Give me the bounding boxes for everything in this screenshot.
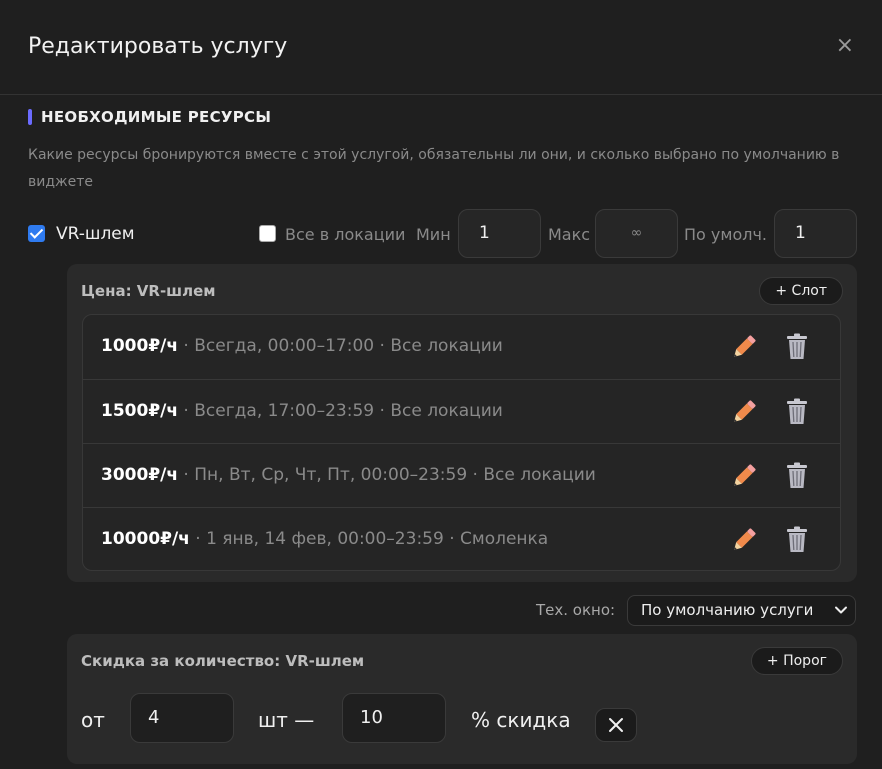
price-details: · 1 янв, 14 фев, 00:00–23:59 · Смоленка	[189, 529, 549, 549]
edit-service-dialog: Редактировать услугу × НЕОБХОДИМЫЕ РЕСУР…	[0, 0, 882, 769]
trash-icon[interactable]	[783, 525, 811, 555]
max-label: Макс	[548, 225, 591, 244]
price-value: 3000₽/ч	[101, 465, 179, 485]
close-icon[interactable]: ×	[836, 33, 854, 58]
section-heading: НЕОБХОДИМЫЕ РЕСУРСЫ	[28, 108, 271, 126]
min-input[interactable]: 1	[458, 209, 541, 258]
default-label: По умолч.	[684, 225, 767, 244]
pencil-icon[interactable]	[730, 525, 758, 555]
dialog-header: Редактировать услугу ×	[0, 0, 882, 95]
resource-name: VR-шлем	[56, 224, 135, 244]
percent-label: % скидка	[471, 708, 571, 732]
price-text: 10000₽/ч · 1 янв, 14 фев, 00:00–23:59 · …	[101, 529, 548, 549]
tech-window-value: По умолчанию услуги	[641, 601, 814, 619]
price-details: · Всегда, 17:00–23:59 · Все локации	[178, 401, 503, 421]
chevron-down-icon	[835, 606, 847, 614]
unit-label: шт —	[258, 708, 315, 732]
price-list: 1000₽/ч · Всегда, 00:00–17:00 · Все лока…	[82, 314, 841, 571]
resource-checkbox[interactable]	[28, 225, 45, 242]
discount-panel: Скидка за количество: VR-шлем + Порог от…	[67, 634, 857, 764]
price-text: 3000₽/ч · Пн, Вт, Ср, Чт, Пт, 00:00–23:5…	[101, 465, 596, 485]
remove-threshold-button[interactable]	[595, 708, 637, 742]
add-slot-button[interactable]: + Слот	[759, 277, 843, 305]
price-value: 1000₽/ч	[101, 336, 179, 356]
resource-row: VR-шлем Все в локации Мин 1 Макс ∞ По ум…	[28, 209, 858, 258]
price-row: 1000₽/ч · Всегда, 00:00–17:00 · Все лока…	[83, 315, 840, 379]
default-input[interactable]: 1	[774, 209, 857, 258]
price-value: 1500₽/ч	[101, 401, 179, 421]
price-text: 1500₽/ч · Всегда, 17:00–23:59 · Все лока…	[101, 401, 503, 421]
discount-panel-title: Скидка за количество: VR-шлем	[81, 652, 365, 670]
price-row: 1500₽/ч · Всегда, 17:00–23:59 · Все лока…	[83, 379, 840, 443]
min-label: Мин	[416, 225, 451, 244]
price-details: · Пн, Вт, Ср, Чт, Пт, 00:00–23:59 · Все …	[178, 465, 596, 485]
price-text: 1000₽/ч · Всегда, 00:00–17:00 · Все лока…	[101, 336, 503, 356]
add-threshold-button[interactable]: + Порог	[750, 647, 843, 675]
price-panel: Цена: VR-шлем + Слот 1000₽/ч · Всегда, 0…	[67, 264, 857, 582]
pencil-icon[interactable]	[730, 461, 758, 491]
all-locations-label: Все в локации	[285, 225, 406, 244]
trash-icon[interactable]	[783, 332, 811, 362]
tech-window-label: Тех. окно:	[536, 601, 616, 619]
from-label: от	[81, 708, 105, 732]
max-input[interactable]: ∞	[595, 209, 678, 258]
trash-icon[interactable]	[783, 461, 811, 491]
pencil-icon[interactable]	[730, 332, 758, 362]
price-row: 3000₽/ч · Пн, Вт, Ср, Чт, Пт, 00:00–23:5…	[83, 443, 840, 507]
price-row: 10000₽/ч · 1 янв, 14 фев, 00:00–23:59 · …	[83, 507, 840, 570]
price-panel-title: Цена: VR-шлем	[81, 282, 216, 300]
all-locations-checkbox[interactable]	[259, 225, 276, 242]
percent-input[interactable]: 10	[342, 693, 446, 743]
section-description: Какие ресурсы бронируются вместе с этой …	[28, 147, 840, 190]
price-value: 10000₽/ч	[101, 529, 190, 549]
section-title: НЕОБХОДИМЫЕ РЕСУРСЫ	[41, 108, 272, 126]
price-details: · Всегда, 00:00–17:00 · Все локации	[178, 336, 503, 356]
x-icon	[609, 718, 623, 732]
dialog-title: Редактировать услугу	[28, 34, 288, 59]
pencil-icon[interactable]	[730, 397, 758, 427]
section-accent-bar	[28, 109, 32, 125]
trash-icon[interactable]	[783, 397, 811, 427]
tech-window-select[interactable]: По умолчанию услуги	[627, 595, 856, 626]
quantity-input[interactable]: 4	[130, 693, 234, 743]
